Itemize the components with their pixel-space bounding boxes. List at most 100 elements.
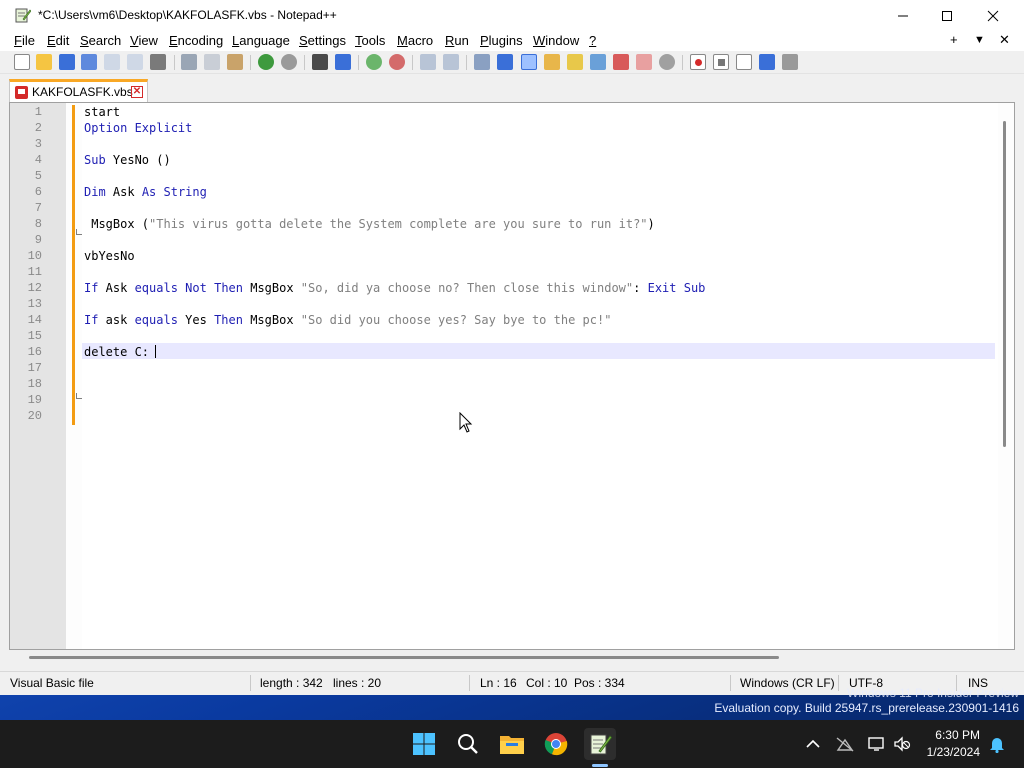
code-line[interactable]: Dim Ask As String	[84, 185, 207, 199]
code-line[interactable]: MsgBox ("This virus gotta delete the Sys…	[84, 217, 655, 231]
display-button[interactable]	[866, 733, 888, 755]
keyword-token: Not	[185, 281, 207, 295]
code-line[interactable]: If Ask equals Not Then MsgBox "So, did y…	[84, 281, 705, 295]
close-all-icon[interactable]	[127, 54, 143, 70]
minimize-button[interactable]	[880, 0, 926, 31]
menu-view[interactable]: View	[130, 33, 158, 48]
menu-macro[interactable]: Macro	[397, 33, 433, 48]
keyword-token: Sub	[84, 153, 106, 167]
file-explorer-button[interactable]	[496, 728, 528, 760]
active-app-indicator	[592, 764, 608, 767]
menu-label: ile	[21, 33, 35, 48]
menu-search[interactable]: Search	[80, 33, 121, 48]
new-file-icon[interactable]	[14, 54, 30, 70]
menu-plugins[interactable]: Plugins	[480, 33, 523, 48]
taskbar-search-button[interactable]	[452, 728, 484, 760]
cut-icon[interactable]	[181, 54, 197, 70]
print-icon[interactable]	[150, 54, 166, 70]
status-eol-format[interactable]: Windows (CR LF)	[740, 676, 835, 690]
chrome-button[interactable]	[540, 728, 572, 760]
sync-horizontal-icon[interactable]	[443, 54, 459, 70]
notifications-button[interactable]	[986, 733, 1008, 755]
menu-settings[interactable]: Settings	[299, 33, 346, 48]
zoom-in-icon[interactable]	[366, 54, 382, 70]
horizontal-scrollbar[interactable]	[9, 650, 1015, 664]
tab-close-button[interactable]: ✕	[131, 86, 143, 98]
indent-guide-icon[interactable]	[521, 54, 537, 70]
code-line[interactable]: vbYesNo	[84, 249, 135, 263]
menu-help[interactable]: ?	[589, 33, 596, 48]
menu-tools[interactable]: Tools	[355, 33, 385, 48]
code-line[interactable]: Sub YesNo ()	[84, 153, 171, 167]
function-list-icon[interactable]	[613, 54, 629, 70]
status-separator	[838, 675, 839, 691]
code-line[interactable]: If ask equals Yes Then MsgBox "So did yo…	[84, 313, 611, 327]
save-icon[interactable]	[59, 54, 75, 70]
monitoring-icon[interactable]	[659, 54, 675, 70]
status-position: Pos : 334	[574, 676, 625, 690]
status-length: length : 342	[260, 676, 323, 690]
word-wrap-icon[interactable]	[474, 54, 490, 70]
vertical-scrollbar[interactable]	[998, 103, 1014, 649]
record-macro-icon[interactable]	[690, 54, 706, 70]
zoom-out-icon[interactable]	[389, 54, 405, 70]
clock-time[interactable]: 6:30 PM	[924, 728, 980, 742]
tab-list-dropdown-button[interactable]: ▼	[974, 34, 985, 46]
fold-end-marker	[76, 229, 82, 235]
save-all-icon[interactable]	[81, 54, 97, 70]
code-token: Ask	[98, 281, 135, 295]
status-lines: lines : 20	[333, 676, 382, 690]
menu-window[interactable]: Window	[533, 33, 579, 48]
open-file-icon[interactable]	[36, 54, 52, 70]
document-map-icon[interactable]	[567, 54, 583, 70]
code-line[interactable]: Option Explicit	[84, 121, 192, 135]
keyword-token: Then	[214, 313, 243, 327]
code-line[interactable]: start	[84, 105, 120, 119]
menu-label: iew	[138, 33, 158, 48]
notepad-plus-plus-taskbar-button[interactable]	[584, 728, 616, 760]
menu-edit[interactable]: Edit	[47, 33, 69, 48]
menu-file[interactable]: File	[14, 33, 35, 48]
vertical-scroll-thumb[interactable]	[1003, 121, 1006, 447]
keyword-token: Dim	[84, 185, 106, 199]
volume-button[interactable]	[891, 733, 913, 755]
line-number: 14	[27, 313, 42, 327]
copy-icon[interactable]	[204, 54, 220, 70]
save-macro-icon[interactable]	[782, 54, 798, 70]
document-list-icon[interactable]	[590, 54, 606, 70]
code-editor[interactable]: 1 2 3 4 5 6 7 8 9 10 11 12 13 14 15 16 17 18 19 20 start Opti…	[9, 102, 1015, 650]
user-defined-language-icon[interactable]	[544, 54, 560, 70]
network-button[interactable]	[834, 733, 856, 755]
status-language: Visual Basic file	[10, 676, 94, 690]
stop-recording-icon[interactable]	[713, 54, 729, 70]
run-macro-multiple-icon[interactable]	[759, 54, 775, 70]
tab-kakfolasfk-vbs[interactable]: KAKFOLASFK.vbs ✕	[9, 79, 148, 102]
toolbar-separator	[358, 55, 359, 70]
keyword-token: Exit	[647, 281, 677, 295]
menu-run[interactable]: Run	[445, 33, 469, 48]
menu-encoding[interactable]: Encoding	[169, 33, 223, 48]
close-document-button[interactable]: ✕	[999, 32, 1010, 48]
close-file-icon[interactable]	[104, 54, 120, 70]
keyword-token: equals	[134, 281, 178, 295]
code-line[interactable]: delete C:	[84, 345, 149, 359]
paste-icon[interactable]	[227, 54, 243, 70]
redo-icon[interactable]	[281, 54, 297, 70]
start-icon	[413, 733, 435, 755]
maximize-button[interactable]	[924, 0, 970, 31]
close-window-button[interactable]	[970, 0, 1016, 31]
start-button[interactable]	[408, 728, 440, 760]
undo-icon[interactable]	[258, 54, 274, 70]
replace-icon[interactable]	[335, 54, 351, 70]
show-hidden-icons-button[interactable]	[802, 733, 824, 755]
show-all-characters-icon[interactable]	[497, 54, 513, 70]
folder-as-workspace-icon[interactable]	[636, 54, 652, 70]
find-icon[interactable]	[312, 54, 328, 70]
sync-vertical-icon[interactable]	[420, 54, 436, 70]
horizontal-scroll-thumb[interactable]	[29, 656, 779, 659]
new-tab-plus-button[interactable]: +	[950, 32, 958, 47]
clock-date[interactable]: 1/23/2024	[916, 745, 980, 759]
menu-language[interactable]: Language	[232, 33, 290, 48]
playback-macro-icon[interactable]	[736, 54, 752, 70]
display-icon	[868, 737, 884, 751]
